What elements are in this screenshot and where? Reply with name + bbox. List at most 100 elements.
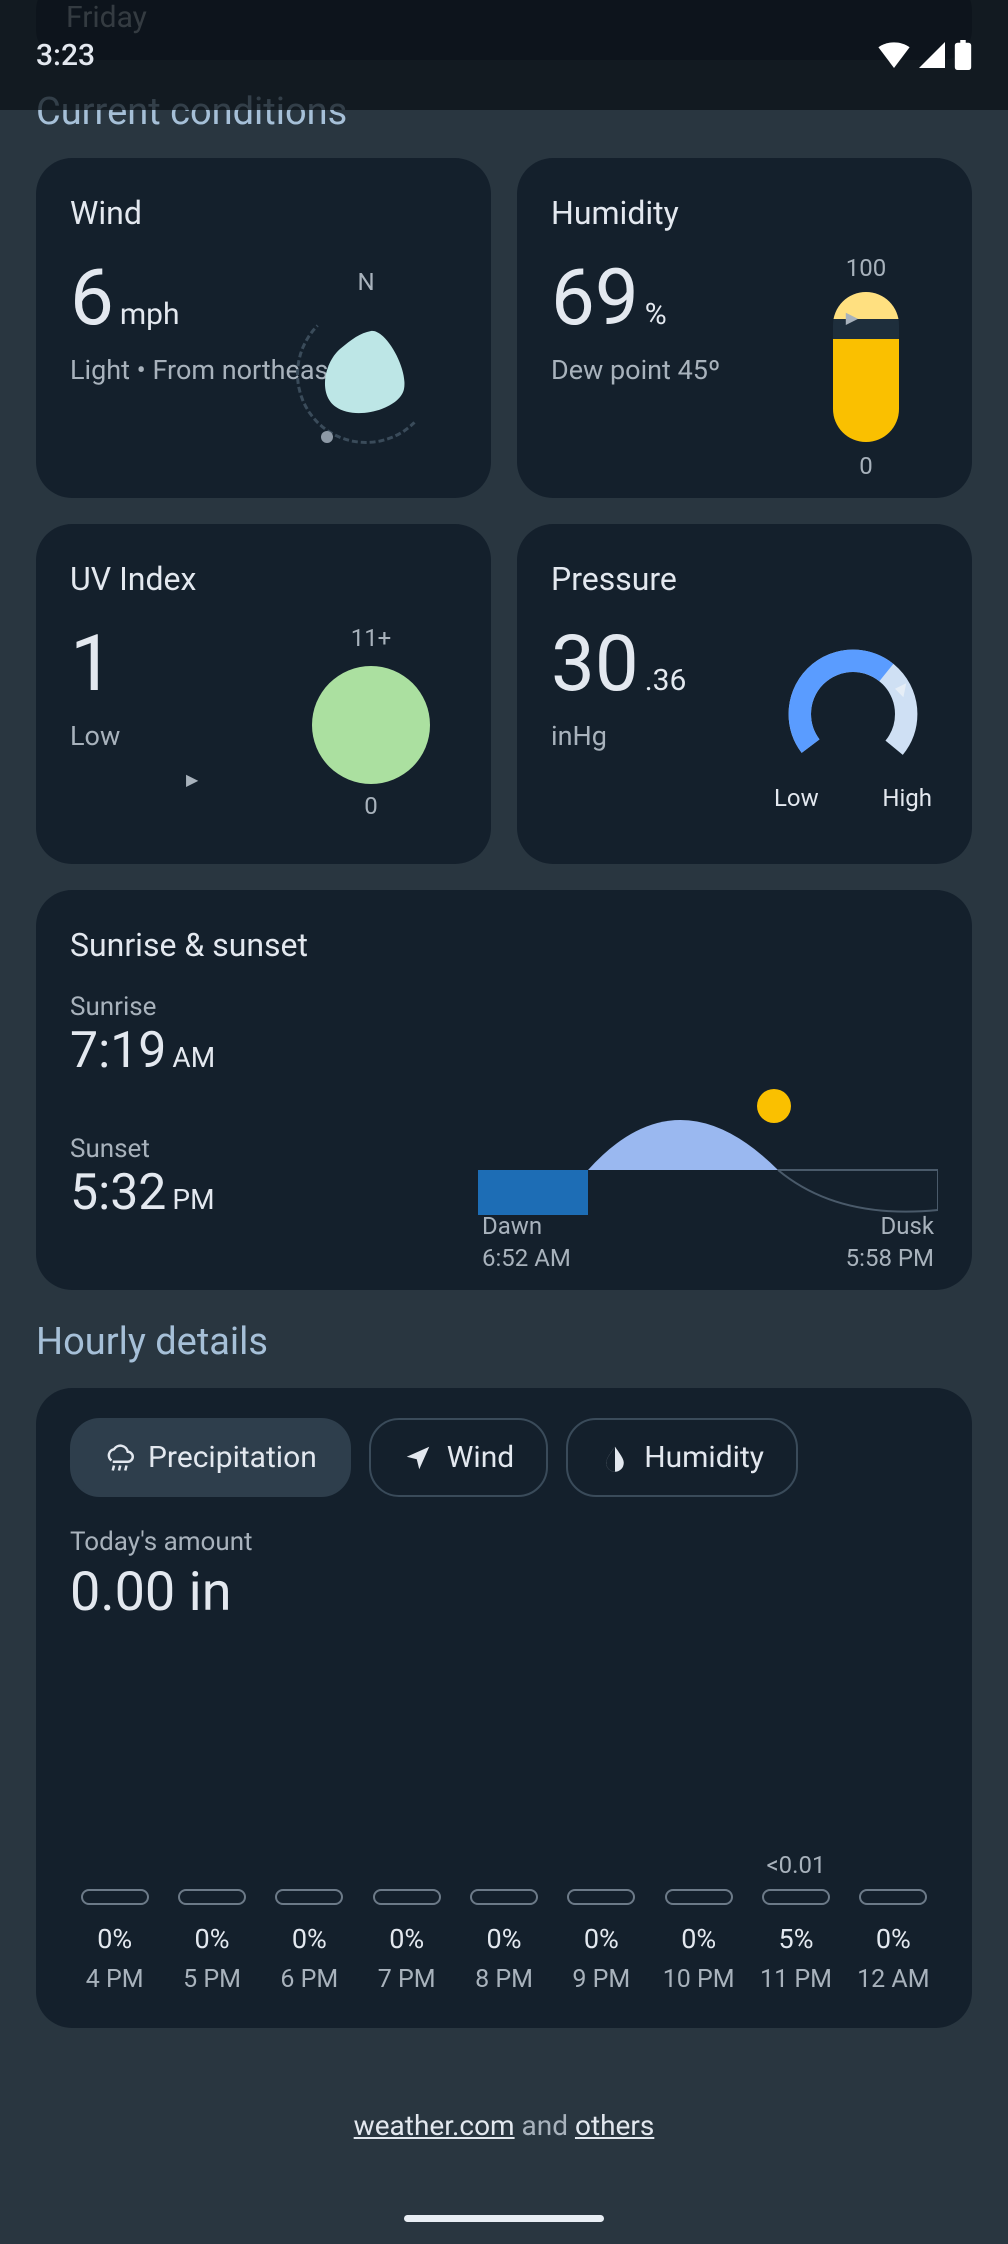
- uv-title: UV Index: [70, 560, 457, 598]
- bar-percent: 0%: [292, 1923, 327, 1955]
- humidity-min-label: 0: [806, 452, 926, 480]
- compass-north-label: N: [281, 268, 451, 296]
- bar-percent: 0%: [584, 1923, 619, 1955]
- wind-unit: mph: [120, 297, 180, 332]
- hourly-bar: 0% 10 PM: [654, 1851, 743, 1994]
- bar-shell: [470, 1889, 538, 1905]
- status-time: 3:23: [36, 38, 95, 73]
- humidity-max-label: 100: [806, 254, 926, 282]
- precipitation-icon: [104, 1443, 134, 1473]
- hourly-bar: 0% 6 PM: [265, 1851, 354, 1994]
- home-indicator[interactable]: [404, 2215, 604, 2222]
- bar-percent: 0%: [681, 1923, 716, 1955]
- humidity-title: Humidity: [551, 194, 938, 232]
- status-bar: 3:23: [0, 0, 1008, 110]
- bar-hour: 10 PM: [663, 1965, 735, 1994]
- bar-shell: [275, 1889, 343, 1905]
- chip-humidity[interactable]: Humidity: [566, 1418, 798, 1497]
- pressure-whole: 30: [551, 619, 639, 710]
- wind-direction-icon: [316, 329, 416, 419]
- humidity-card[interactable]: Humidity 69% Dew point 45º 100 0 ▶: [517, 158, 972, 498]
- sunrise-ampm: AM: [172, 1041, 215, 1074]
- navigation-icon: [403, 1443, 433, 1473]
- chip-precip-label: Precipitation: [148, 1440, 317, 1475]
- dawn-label: Dawn: [482, 1212, 571, 1240]
- dawn-dusk-labels: Dawn 6:52 AM Dusk 5:58 PM: [478, 1212, 938, 1272]
- wind-compass: N: [281, 268, 451, 468]
- humidity-gauge: 100 0: [806, 254, 926, 480]
- bar-percent: 0%: [389, 1923, 424, 1955]
- bar-hour: 6 PM: [280, 1965, 338, 1994]
- battery-icon: [954, 40, 972, 70]
- bar-hour: 8 PM: [475, 1965, 533, 1994]
- bar-hour: 4 PM: [86, 1965, 144, 1994]
- bar-annotation: <0.01: [766, 1851, 825, 1879]
- today-amount-label: Today's amount: [70, 1527, 938, 1557]
- chip-wind-label: Wind: [447, 1440, 514, 1475]
- sunset-label: Sunset: [70, 1134, 215, 1164]
- bar-percent: 0%: [876, 1923, 911, 1955]
- uv-sun-icon: [312, 666, 430, 784]
- pressure-card[interactable]: Pressure 30.36 inHg Low High: [517, 524, 972, 864]
- humidity-pointer-icon: ▶: [846, 308, 858, 327]
- pressure-title: Pressure: [551, 560, 938, 598]
- pressure-low-label: Low: [774, 784, 819, 812]
- hourly-bars: 0% 4 PM 0% 5 PM 0% 6 PM 0% 7 PM 0% 8 PM 0% 9 PM 0% 10…: [70, 1851, 938, 1994]
- bar-percent: 5%: [779, 1923, 814, 1955]
- bar-hour: 5 PM: [183, 1965, 241, 1994]
- uv-card[interactable]: UV Index 1 Low 11+ 0 ▶: [36, 524, 491, 864]
- humidity-unit: %: [645, 297, 667, 332]
- bar-percent: 0%: [195, 1923, 230, 1955]
- bar-shell: [665, 1889, 733, 1905]
- sunset-ampm: PM: [172, 1183, 214, 1216]
- pressure-high-label: High: [882, 784, 932, 812]
- pressure-frac: .36: [645, 663, 687, 698]
- pressure-gauge: Low High: [768, 644, 938, 812]
- wind-title: Wind: [70, 194, 457, 232]
- bar-hour: 9 PM: [572, 1965, 630, 1994]
- hourly-bar: 0% 8 PM: [459, 1851, 548, 1994]
- today-amount-value: 0.00 in: [70, 1561, 938, 1624]
- sunrise-label: Sunrise: [70, 992, 215, 1022]
- attribution-mid: and: [515, 2109, 575, 2142]
- bar-shell: [567, 1889, 635, 1905]
- hourly-bar: <0.01 5% 11 PM: [751, 1851, 840, 1994]
- wind-value: 6: [70, 253, 114, 344]
- bar-shell: [81, 1889, 149, 1905]
- uv-gauge: 11+ 0: [291, 624, 451, 820]
- bar-percent: 0%: [487, 1923, 522, 1955]
- bar-percent: 0%: [97, 1923, 132, 1955]
- bar-hour: 7 PM: [378, 1965, 436, 1994]
- bar-shell: [178, 1889, 246, 1905]
- attribution: weather.com and others: [0, 2109, 1008, 2142]
- dusk-label: Dusk: [846, 1212, 934, 1240]
- bar-shell: [373, 1889, 441, 1905]
- chip-wind[interactable]: Wind: [369, 1418, 548, 1497]
- hourly-details-heading: Hourly details: [36, 1320, 972, 1364]
- bar-hour: 11 PM: [760, 1965, 832, 1994]
- hourly-bar: 0% 7 PM: [362, 1851, 451, 1994]
- sunrise-sunset-card[interactable]: Sunrise & sunset Sunrise 7:19AM Sunset 5…: [36, 890, 972, 1290]
- hourly-bar: 0% 9 PM: [557, 1851, 646, 1994]
- uv-max-label: 11+: [291, 624, 451, 652]
- bar-shell: [762, 1889, 830, 1905]
- pressure-dial-icon: [783, 644, 923, 784]
- wifi-icon: [878, 42, 910, 68]
- uv-pointer-icon: ▶: [186, 770, 198, 789]
- wind-card[interactable]: Wind 6mph Light • From northeast N: [36, 158, 491, 498]
- droplet-icon: [600, 1443, 630, 1473]
- bar-shell: [859, 1889, 927, 1905]
- source-weather-link[interactable]: weather.com: [354, 2109, 515, 2142]
- humidity-value: 69: [551, 253, 639, 344]
- bar-hour: 12 AM: [857, 1965, 929, 1994]
- chip-precipitation[interactable]: Precipitation: [70, 1418, 351, 1497]
- hourly-bar: 0% 5 PM: [167, 1851, 256, 1994]
- uv-min-label: 0: [291, 792, 451, 820]
- sun-position-icon: [757, 1089, 791, 1123]
- sunset-time: 5:32: [70, 1164, 166, 1222]
- hourly-card: Precipitation Wind Humidity Today's amou…: [36, 1388, 972, 2028]
- hourly-bar: 0% 4 PM: [70, 1851, 159, 1994]
- signal-icon: [918, 42, 946, 68]
- dusk-time: 5:58 PM: [846, 1244, 934, 1272]
- source-others-link[interactable]: others: [575, 2109, 654, 2142]
